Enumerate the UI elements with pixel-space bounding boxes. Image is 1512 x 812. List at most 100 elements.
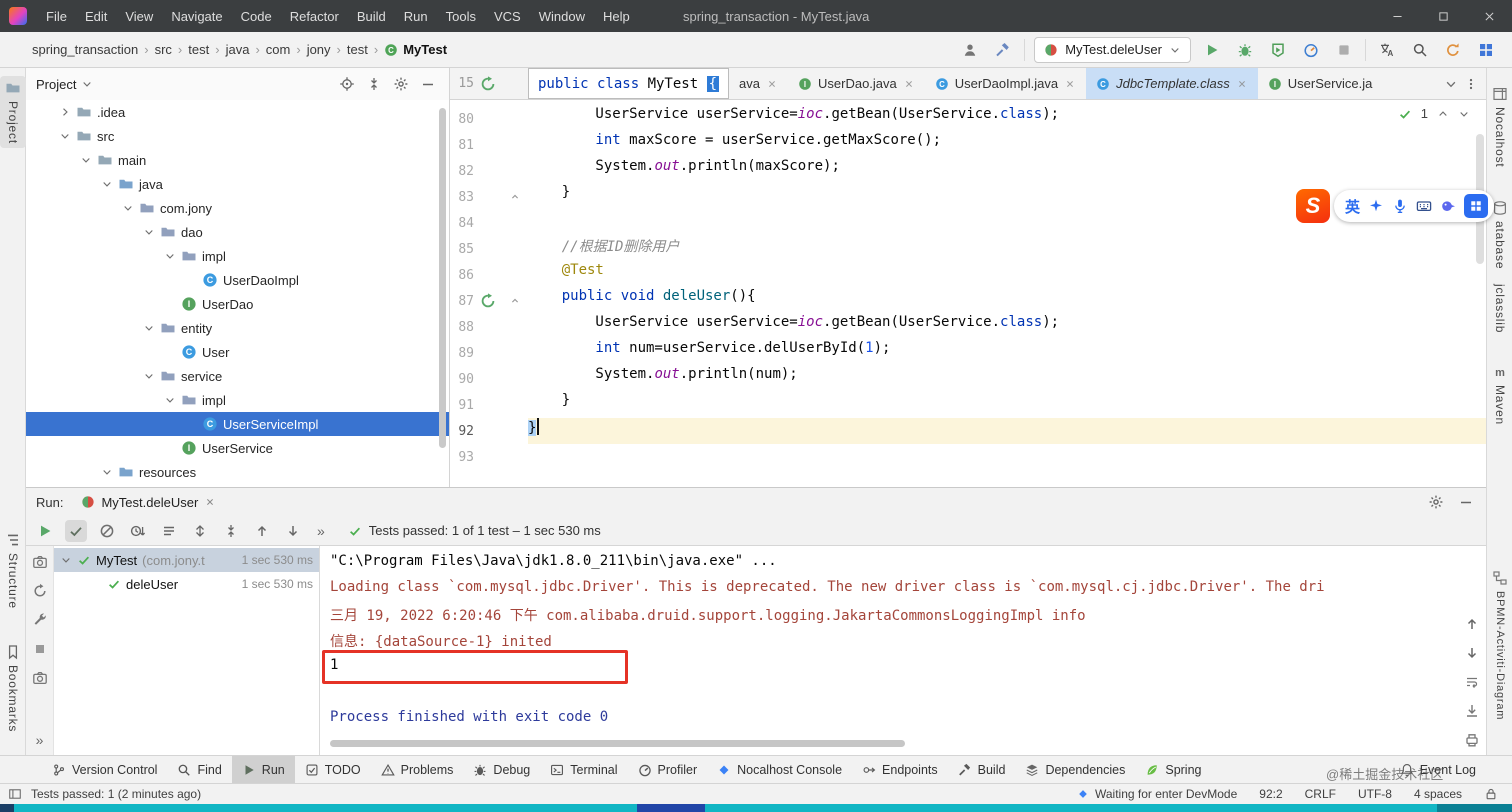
sidebar-item-bookmarks[interactable]: Bookmarks [0, 640, 26, 736]
run-settings-icon[interactable] [1428, 494, 1444, 510]
breadcrumb-jony[interactable]: jony [303, 40, 335, 59]
code-line-91[interactable]: 91 } [450, 392, 1486, 418]
minimize-button[interactable] [1374, 0, 1420, 32]
next-problem-icon[interactable] [1458, 108, 1470, 120]
toolwindow-dependencies[interactable]: Dependencies [1015, 756, 1135, 784]
line-separator[interactable]: CRLF [1305, 787, 1336, 801]
fold-marker-icon[interactable] [509, 191, 521, 203]
sidebar-item-project[interactable]: Project [0, 76, 26, 148]
coverage-button[interactable] [1266, 38, 1290, 62]
project-scrollbar[interactable] [439, 108, 446, 448]
toolwindow-run[interactable]: Run [231, 755, 295, 784]
tree-item-java[interactable]: java [26, 172, 449, 196]
sogou-logo-icon[interactable]: S [1296, 189, 1330, 223]
menu-navigate[interactable]: Navigate [162, 5, 231, 28]
snapshot-icon[interactable] [32, 554, 48, 570]
test-MyTest[interactable]: MyTest (com.jony.t 1 sec 530 ms [54, 548, 319, 572]
editor-tab-UserService.ja[interactable]: I UserService.ja [1258, 68, 1383, 99]
ime-mascot-icon[interactable] [1440, 198, 1456, 214]
menu-file[interactable]: File [37, 5, 76, 28]
stripe-toggle-icon[interactable] [8, 787, 22, 801]
previous-problem-icon[interactable] [1437, 108, 1449, 120]
test-settings-icon[interactable] [32, 612, 48, 628]
code-editor[interactable]: 80 UserService userService=ioc.getBean(U… [450, 100, 1486, 487]
readonly-lock-icon[interactable] [1484, 787, 1498, 801]
toolwindow-debug[interactable]: Debug [463, 756, 540, 784]
menu-view[interactable]: View [116, 5, 162, 28]
debug-button[interactable] [1233, 38, 1257, 62]
collapse-all-button[interactable] [220, 520, 242, 542]
hide-run-panel-icon[interactable] [1458, 494, 1474, 510]
translate-icon[interactable]: A [1375, 38, 1399, 62]
code-line-80[interactable]: 80 UserService userService=ioc.getBean(U… [450, 106, 1486, 132]
test-deleUser[interactable]: deleUser 1 sec 530 ms [54, 572, 319, 596]
tree-item-entity[interactable]: entity [26, 316, 449, 340]
stop-button[interactable] [1332, 38, 1356, 62]
scroll-down-icon[interactable] [1464, 645, 1480, 661]
chevron-down-icon[interactable] [80, 154, 92, 166]
collapse-all-button[interactable] [363, 73, 385, 95]
ime-keyboard-icon[interactable] [1416, 198, 1432, 214]
tree-item-impl[interactable]: impl [26, 244, 449, 268]
chevron-down-icon[interactable] [164, 394, 176, 406]
tree-item-impl[interactable]: impl [26, 388, 449, 412]
breadcrumb-MyTest[interactable]: C MyTest [380, 40, 451, 59]
code-line-93[interactable]: 93 [450, 444, 1486, 470]
close-tab-icon[interactable] [766, 78, 778, 90]
tree-item-UserService[interactable]: I UserService [26, 436, 449, 460]
menu-window[interactable]: Window [530, 5, 594, 28]
profiler-button[interactable] [1299, 38, 1323, 62]
chevron-down-icon[interactable] [143, 370, 155, 382]
tabs-dropdown-icon[interactable] [1444, 77, 1458, 91]
soft-wrap-icon[interactable] [1464, 674, 1480, 690]
sort-by-duration-button[interactable] [127, 520, 149, 542]
chevron-down-icon[interactable] [81, 78, 93, 90]
next-test-button[interactable] [282, 520, 304, 542]
more-actions-icon[interactable]: » [317, 523, 325, 539]
ime-language-toggle[interactable]: 英 [1345, 196, 1360, 217]
locate-file-button[interactable] [336, 73, 358, 95]
sidebar-item-nocalhost[interactable]: Nocalhost [1487, 82, 1512, 172]
run-config-select[interactable]: MyTest.deleUser [1034, 36, 1191, 63]
maximize-button[interactable] [1420, 0, 1466, 32]
chevron-down-icon[interactable] [143, 226, 155, 238]
close-tab-icon[interactable] [903, 78, 915, 90]
chevron-down-icon[interactable] [59, 130, 71, 142]
toolwindow-terminal[interactable]: Terminal [540, 756, 627, 784]
close-run-tab-icon[interactable] [204, 496, 216, 508]
sidebar-item-jclasslib[interactable]: jclasslib [1487, 280, 1512, 337]
devmode-status[interactable]: Waiting for enter DevMode [1077, 787, 1237, 801]
menu-edit[interactable]: Edit [76, 5, 116, 28]
user-icon[interactable] [958, 38, 982, 62]
test-options-button[interactable] [158, 520, 180, 542]
code-line-86[interactable]: 86 @Test [450, 262, 1486, 288]
file-encoding[interactable]: UTF-8 [1358, 787, 1392, 801]
code-line-85[interactable]: 85 //根据ID删除用户 [450, 236, 1486, 262]
breadcrumb-src[interactable]: src [151, 40, 176, 59]
toolwindow-spring[interactable]: Spring [1135, 756, 1211, 784]
expand-all-button[interactable] [189, 520, 211, 542]
tree-item-UserDao[interactable]: I UserDao [26, 292, 449, 316]
chevron-right-icon[interactable] [59, 106, 71, 118]
screenshot-icon[interactable] [32, 670, 48, 686]
close-tab-icon[interactable] [1064, 78, 1076, 90]
sidebar-item-bpmn-activiti-diagram[interactable]: BPMN-Activiti-Diagram [1487, 566, 1512, 724]
scroll-to-end-icon[interactable] [1464, 703, 1480, 719]
editor-tab-ava[interactable]: ava [729, 68, 788, 99]
menu-run[interactable]: Run [395, 5, 437, 28]
ime-skin-icon[interactable] [1368, 198, 1384, 214]
tree-item-service[interactable]: service [26, 364, 449, 388]
search-everywhere-icon[interactable] [1408, 38, 1432, 62]
run-test-gutter-icon[interactable] [480, 293, 496, 309]
show-ignored-toggle[interactable] [96, 520, 118, 542]
code-line-92[interactable]: 92} [450, 418, 1486, 444]
tree-item-src[interactable]: src [26, 124, 449, 148]
breadcrumb-java[interactable]: java [222, 40, 254, 59]
sidebar-item-structure[interactable]: Structure [0, 528, 26, 613]
chevron-down-icon[interactable] [101, 178, 113, 190]
breadcrumb-com[interactable]: com [262, 40, 295, 59]
fold-marker-icon[interactable] [509, 295, 521, 307]
close-tab-icon[interactable] [1236, 78, 1248, 90]
tree-item-UserServiceImpl[interactable]: C UserServiceImpl [26, 412, 449, 436]
chevron-down-icon[interactable] [122, 202, 134, 214]
